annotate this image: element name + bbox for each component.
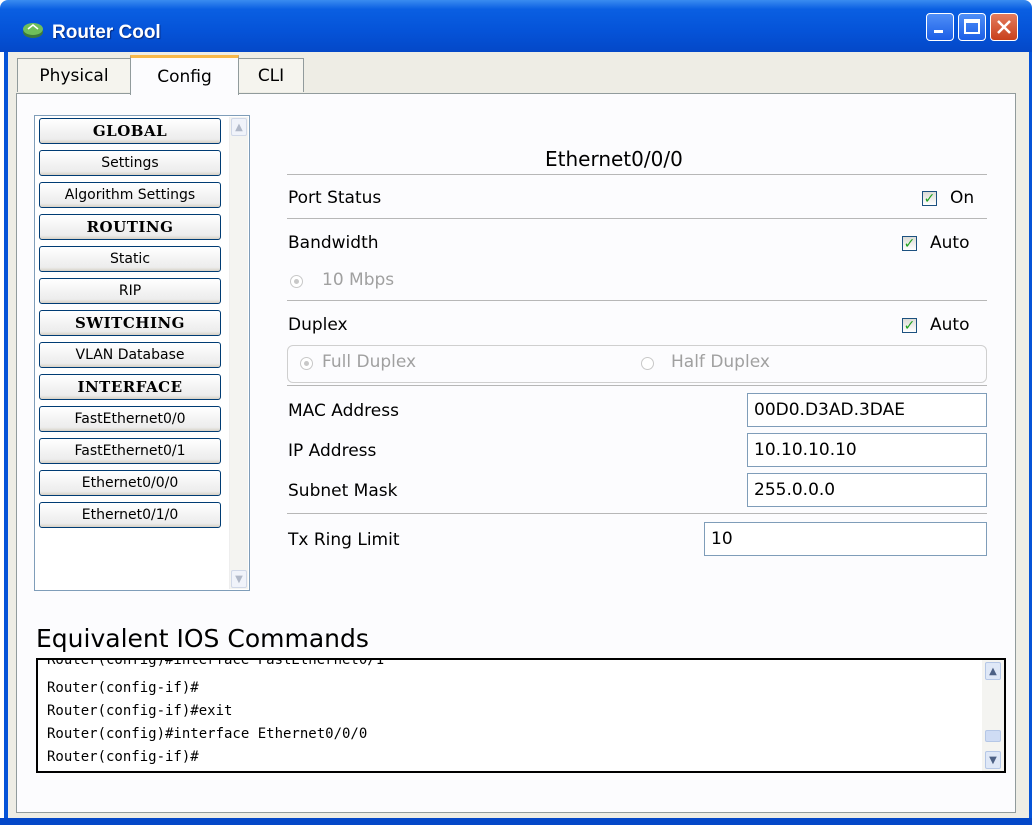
maximize-button[interactable]: [958, 13, 986, 41]
divider: [287, 385, 987, 386]
tx-ring-limit-field[interactable]: 10: [704, 522, 987, 556]
checkmark-icon: ✓: [903, 235, 916, 252]
subnet-mask-field[interactable]: 255.0.0.0: [747, 473, 987, 507]
ios-scrollbar[interactable]: ▲ ▼: [982, 660, 1004, 771]
router-app-icon: [23, 23, 43, 38]
divider: [287, 218, 987, 219]
checkmark-icon: ✓: [923, 190, 936, 207]
nav-item-fastethernet0-1[interactable]: FastEthernet0/1: [39, 438, 221, 464]
interface-title: Ethernet0/0/0: [545, 147, 683, 171]
nav-item-algorithm-settings[interactable]: Algorithm Settings: [39, 182, 221, 208]
bandwidth-10mbps-label: 10 Mbps: [322, 270, 395, 290]
config-nav-list: GLOBAL Settings Algorithm Settings ROUTI…: [34, 115, 250, 591]
tab-physical[interactable]: Physical: [17, 58, 131, 92]
port-status-label: Port Status: [288, 188, 382, 208]
nav-item-ethernet0-0-0[interactable]: Ethernet0/0/0: [39, 470, 221, 496]
scroll-up-icon[interactable]: ▲: [985, 662, 1001, 680]
full-duplex-radio[interactable]: [300, 357, 313, 370]
nav-item-fastethernet0-0[interactable]: FastEthernet0/0: [39, 406, 221, 432]
port-status-on-label: On: [950, 188, 975, 208]
tx-ring-limit-label: Tx Ring Limit: [288, 530, 400, 550]
title-bar[interactable]: Router Cool: [0, 0, 1032, 52]
bandwidth-label: Bandwidth: [288, 233, 379, 253]
window-bottom-border: [0, 818, 1032, 825]
close-icon: [997, 20, 1011, 34]
ios-commands-console[interactable]: Router(config)#interface FastEthernet0/1…: [36, 658, 1006, 773]
nav-item-vlan-database[interactable]: VLAN Database: [39, 342, 221, 368]
ios-line: Router(config-if)#exit: [47, 703, 233, 719]
checkmark-icon: ✓: [903, 317, 916, 334]
nav-header-routing[interactable]: ROUTING: [39, 214, 221, 240]
minimize-icon: [934, 30, 943, 33]
ios-line: Router(config)#interface FastEthernet0/1: [47, 658, 385, 668]
nav-header-global[interactable]: GLOBAL: [39, 118, 221, 144]
scroll-down-icon[interactable]: ▼: [985, 751, 1001, 769]
port-status-checkbox[interactable]: ✓: [922, 191, 937, 206]
mac-address-label: MAC Address: [288, 401, 399, 421]
nav-item-static[interactable]: Static: [39, 246, 221, 272]
ip-address-label: IP Address: [288, 441, 377, 461]
mac-address-field[interactable]: 00D0.D3AD.3DAE: [747, 393, 987, 427]
ios-line: Router(config-if)#: [47, 680, 199, 696]
scroll-up-icon[interactable]: ▲: [231, 118, 247, 136]
nav-header-interface[interactable]: INTERFACE: [39, 374, 221, 400]
maximize-icon: [964, 19, 980, 34]
nav-scrollbar[interactable]: ▲ ▼: [229, 117, 248, 589]
half-duplex-radio[interactable]: [641, 357, 654, 370]
duplex-auto-checkbox[interactable]: ✓: [902, 318, 917, 333]
divider: [287, 513, 987, 514]
nav-item-settings[interactable]: Settings: [39, 150, 221, 176]
ip-address-field[interactable]: 10.10.10.10: [747, 433, 987, 467]
bandwidth-auto-label: Auto: [930, 233, 970, 253]
divider: [287, 174, 987, 175]
scroll-thumb[interactable]: [985, 730, 1001, 742]
ios-commands-title: Equivalent IOS Commands: [36, 624, 369, 653]
bandwidth-auto-checkbox[interactable]: ✓: [902, 236, 917, 251]
nav-header-switching[interactable]: SWITCHING: [39, 310, 221, 336]
ios-line: Router(config)#interface Ethernet0/0/0: [47, 726, 368, 742]
duplex-auto-label: Auto: [930, 315, 970, 335]
window-title: Router Cool: [52, 22, 161, 43]
scroll-down-icon[interactable]: ▼: [231, 570, 247, 588]
bandwidth-10mbps-radio[interactable]: [290, 275, 303, 288]
nav-item-rip[interactable]: RIP: [39, 278, 221, 304]
tab-config[interactable]: Config: [130, 55, 239, 95]
tab-cli[interactable]: CLI: [238, 58, 304, 92]
divider: [287, 300, 987, 301]
full-duplex-label: Full Duplex: [322, 352, 417, 372]
minimize-button[interactable]: [926, 13, 954, 41]
ios-line: Router(config-if)#: [47, 749, 199, 765]
subnet-mask-label: Subnet Mask: [288, 481, 398, 501]
half-duplex-label: Half Duplex: [671, 352, 770, 372]
close-button[interactable]: [990, 13, 1018, 41]
nav-item-ethernet0-1-0[interactable]: Ethernet0/1/0: [39, 502, 221, 528]
duplex-label: Duplex: [288, 315, 348, 335]
